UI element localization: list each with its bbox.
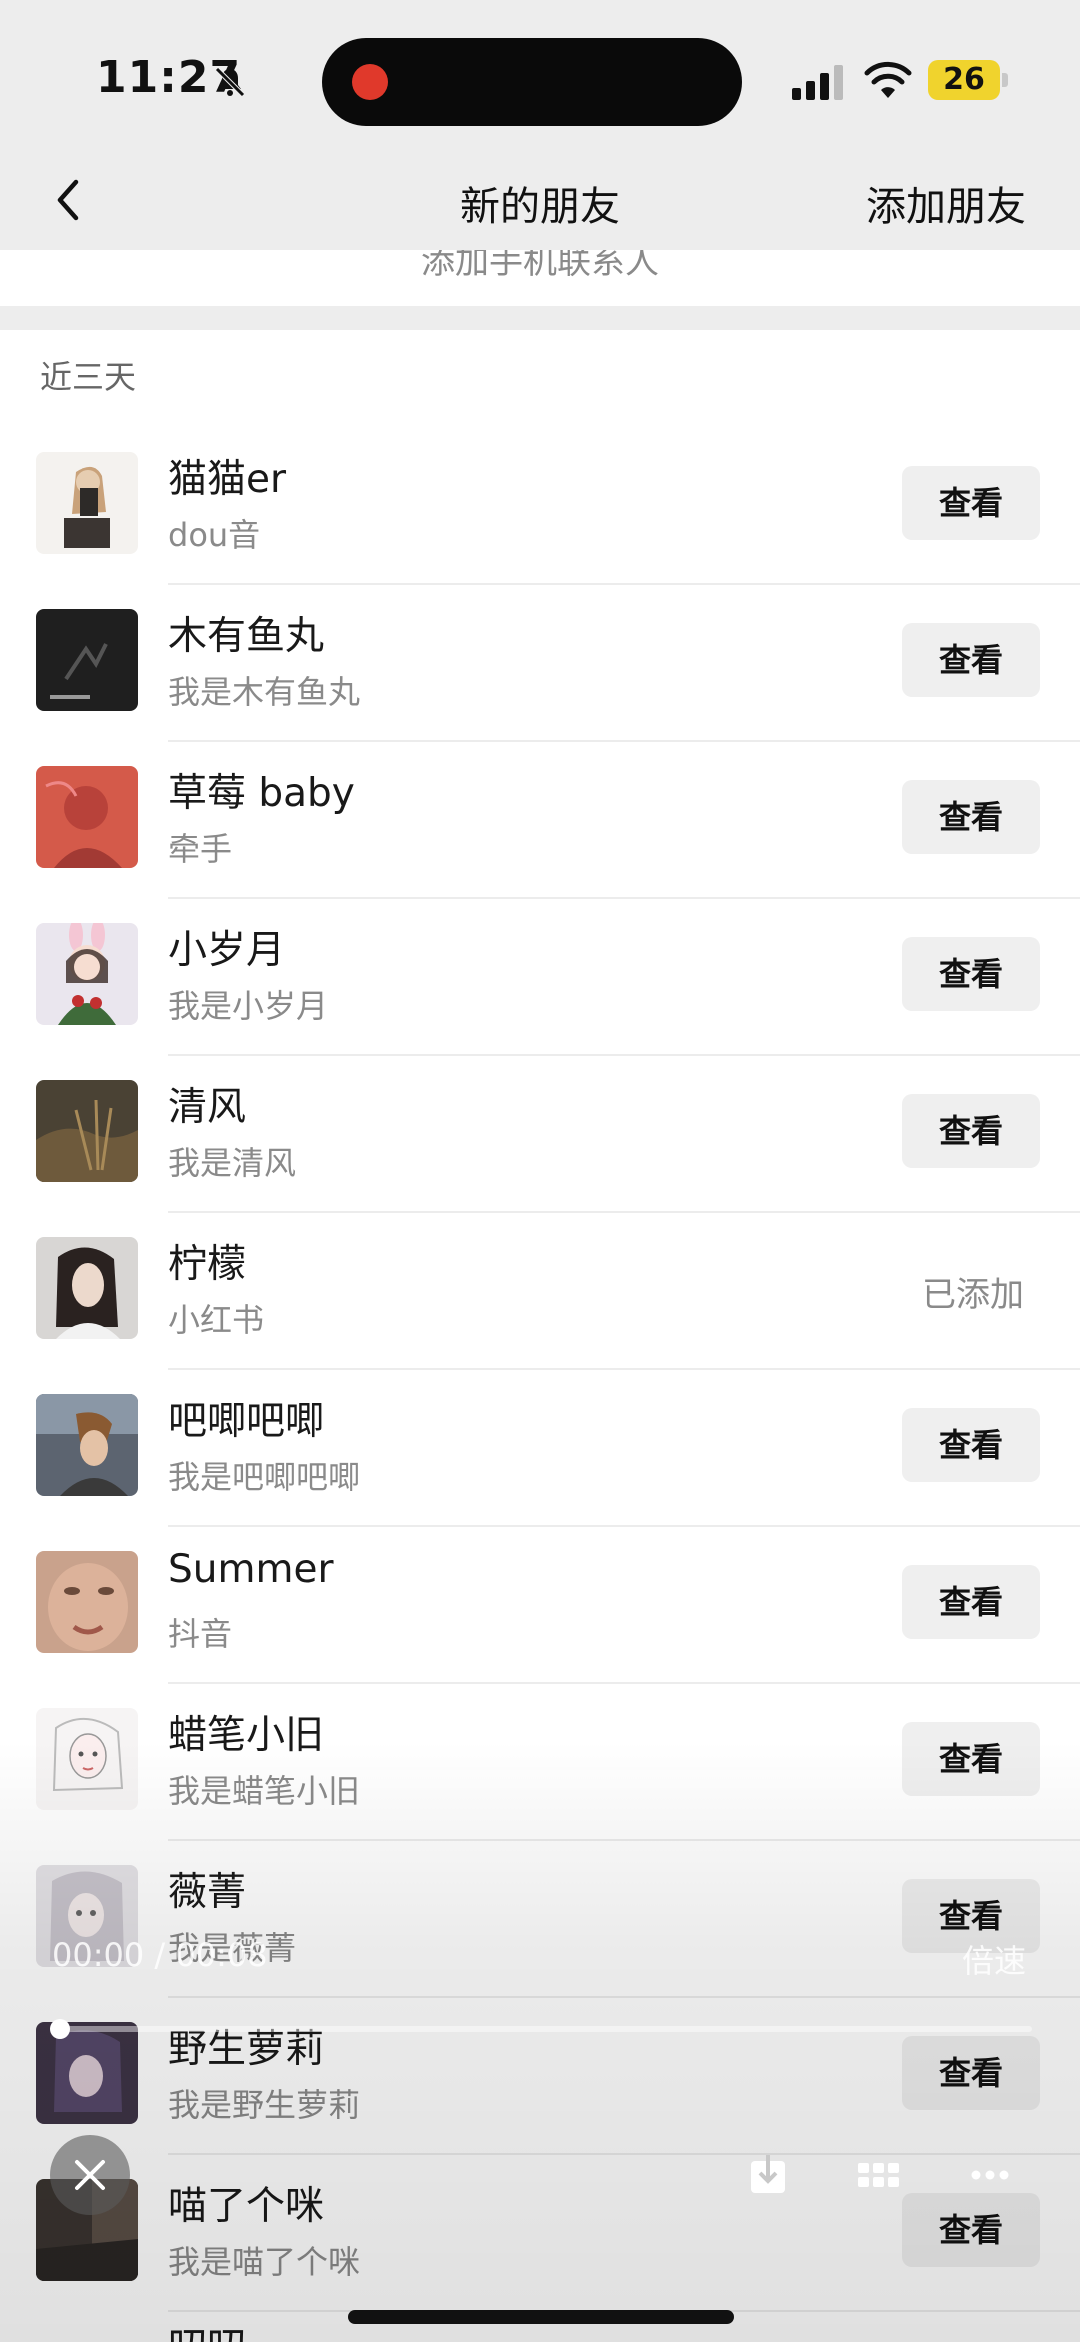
avatar — [36, 923, 138, 1025]
more-button[interactable] — [950, 2135, 1030, 2215]
section-label: 近三天 — [40, 358, 137, 396]
recording-dot-icon — [352, 64, 388, 100]
contact-name: Summer — [168, 1547, 334, 1592]
bell-off-icon — [215, 67, 245, 97]
list-item[interactable]: 猫猫er dou音 查看 — [0, 428, 1080, 585]
contact-name: 叨叨 — [168, 2316, 246, 2342]
avatar — [36, 452, 138, 554]
contact-name: 草莓 baby — [168, 771, 355, 816]
progress-knob[interactable] — [50, 2019, 70, 2039]
view-button[interactable]: 查看 — [902, 937, 1040, 1011]
add-phone-contacts-label: 添加手机联系人 — [421, 250, 659, 282]
view-button[interactable]: 查看 — [902, 1408, 1040, 1482]
avatar — [36, 1394, 138, 1496]
add-phone-contacts-row[interactable]: 添加手机联系人 — [0, 250, 1080, 306]
contact-name: 木有鱼丸 — [168, 614, 325, 659]
list-item[interactable]: 喵了个咪 我是喵了个咪 查看 — [0, 2155, 1080, 2312]
contact-subtitle: 我是蜡笔小旧 — [168, 1772, 361, 1810]
view-button[interactable]: 查看 — [902, 1565, 1040, 1639]
nav-bar: 新的朋友 添加朋友 — [0, 150, 1080, 250]
contact-subtitle: 我是喵了个咪 — [168, 2243, 361, 2281]
battery-tip — [1002, 73, 1008, 87]
contact-subtitle: 我是野生萝莉 — [168, 2086, 361, 2124]
view-button[interactable]: 查看 — [902, 466, 1040, 540]
add-friend-button[interactable]: 添加朋友 — [866, 174, 1026, 232]
close-icon — [75, 2160, 105, 2190]
wifi-icon — [864, 61, 912, 98]
grid-button[interactable] — [838, 2135, 918, 2215]
view-button[interactable]: 查看 — [902, 780, 1040, 854]
list-item[interactable]: 吧唧吧唧 我是吧唧吧唧 查看 — [0, 1370, 1080, 1527]
avatar — [36, 609, 138, 711]
list-item[interactable]: 清风 我是清风 查看 — [0, 1056, 1080, 1213]
more-icon — [971, 2170, 1009, 2180]
contact-name: 吧唧吧唧 — [168, 1399, 325, 1444]
contact-name: 小岁月 — [168, 928, 286, 973]
playback-speed-button[interactable]: 倍速 — [962, 1936, 1026, 1982]
avatar — [36, 766, 138, 868]
view-button[interactable]: 查看 — [902, 2036, 1040, 2110]
contact-name: 薇菁 — [168, 1870, 247, 1915]
contact-subtitle: dou音 — [168, 516, 261, 554]
contact-subtitle: 牵手 — [168, 830, 233, 868]
list-item[interactable]: 木有鱼丸 我是木有鱼丸 查看 — [0, 585, 1080, 742]
battery-icon: 26 — [928, 60, 1000, 100]
list-item[interactable]: 草莓 baby 牵手 查看 — [0, 742, 1080, 899]
view-button[interactable]: 查看 — [902, 623, 1040, 697]
chevron-left-icon[interactable] — [40, 170, 100, 230]
video-time: 00:00 / 00:08 — [52, 1936, 268, 1974]
close-button[interactable] — [50, 2135, 130, 2215]
download-button[interactable] — [728, 2135, 808, 2215]
home-indicator — [348, 2310, 734, 2324]
list-item[interactable]: 薇菁 我是薇菁 查看 — [0, 1841, 1080, 1998]
dynamic-island — [322, 38, 742, 126]
view-button[interactable]: 查看 — [902, 1722, 1040, 1796]
avatar — [36, 2022, 138, 2124]
contact-subtitle: 小红书 — [168, 1301, 265, 1339]
list-item[interactable]: 蜡笔小旧 我是蜡笔小旧 查看 — [0, 1684, 1080, 1841]
contact-subtitle: 我是木有鱼丸 — [168, 673, 361, 711]
contact-subtitle: 我是小岁月 — [168, 987, 329, 1025]
section-gap — [0, 306, 1080, 330]
contact-name: 猫猫er — [168, 457, 287, 502]
avatar — [36, 1708, 138, 1810]
list-item[interactable]: 小岁月 我是小岁月 查看 — [0, 899, 1080, 1056]
avatar — [36, 1080, 138, 1182]
list-item[interactable]: Summer 抖音 查看 — [0, 1527, 1080, 1684]
contact-name: 蜡笔小旧 — [168, 1713, 325, 1758]
contact-subtitle: 我是清风 — [168, 1144, 297, 1182]
added-status: 已添加 — [922, 1275, 1024, 1315]
signal-icon — [792, 65, 843, 100]
avatar — [36, 1237, 138, 1339]
contact-name: 喵了个咪 — [168, 2184, 325, 2229]
contact-name: 柠檬 — [168, 1242, 247, 1287]
download-icon — [751, 2155, 785, 2193]
view-button[interactable]: 查看 — [902, 1094, 1040, 1168]
avatar — [36, 1551, 138, 1653]
list-item[interactable]: 柠檬 小红书 已添加 — [0, 1213, 1080, 1370]
contact-subtitle: 我是吧唧吧唧 — [168, 1458, 361, 1496]
contact-name: 清风 — [168, 1085, 247, 1130]
contact-subtitle: 抖音 — [168, 1615, 233, 1653]
status-bar: 11:27 26 — [0, 0, 1080, 150]
avatar — [36, 2314, 138, 2342]
grid-icon — [858, 2163, 899, 2187]
list-item[interactable]: 野生萝莉 我是野生萝莉 查看 — [0, 1998, 1080, 2155]
video-progress-bar[interactable] — [52, 2026, 1032, 2032]
